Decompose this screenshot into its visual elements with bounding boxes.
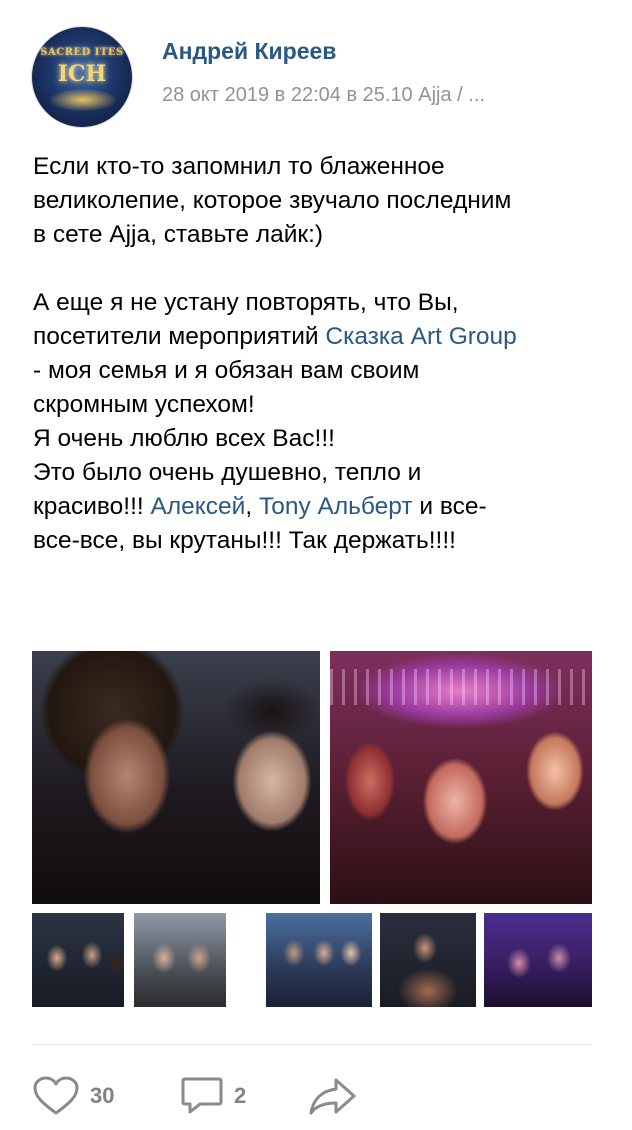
text-segment: и все- (412, 493, 487, 520)
text-line: красиво!!! Алексей, Tony Альберт и все- (33, 490, 603, 524)
share-button[interactable] (308, 1076, 358, 1116)
vk-post: SACRED ITES ICH Андрей Киреев 28 окт 201… (0, 0, 632, 1130)
share-arrow-icon (309, 1078, 356, 1115)
text-line: все-все, вы крутаны!!! Так держать!!!! (33, 527, 456, 554)
text-segment: красиво!!! (33, 493, 151, 520)
author-avatar[interactable]: SACRED ITES ICH (31, 26, 133, 128)
avatar-logo-top-text: SACRED ITES (40, 47, 124, 58)
post-text: Если кто-то запомнил то блаженное велико… (33, 150, 603, 558)
post-photo-thumb-1[interactable] (32, 913, 124, 1007)
link-tony-albert[interactable]: Tony Альберт (259, 493, 413, 520)
post-meta-timestamp[interactable]: 28 окт 2019 в 22:04 в 25.10 Ajja / ... (162, 84, 485, 107)
post-photo-1[interactable] (32, 651, 320, 904)
text-segment: посетители мероприятий (33, 323, 326, 350)
post-photo-thumb-2[interactable] (134, 913, 226, 1007)
text-line: Если кто-то запомнил то блаженное (33, 153, 445, 180)
heart-icon (33, 1076, 79, 1115)
post-photo-thumb-4[interactable] (380, 913, 476, 1007)
text-line: Я очень люблю всех Вас!!! (33, 425, 335, 452)
post-photo-thumb-3[interactable] (266, 913, 372, 1007)
avatar-logo-main-text: ICH (57, 61, 107, 87)
text-line: в сете Ajja, ставьте лайк:) (33, 221, 324, 248)
like-button[interactable]: 30 (32, 1076, 114, 1116)
text-line: скромным успехом! (33, 391, 255, 418)
comment-icon (181, 1077, 223, 1114)
comment-count: 2 (234, 1083, 247, 1108)
author-name-link[interactable]: Андрей Киреев (162, 38, 336, 65)
text-segment: , (245, 493, 259, 520)
text-line: великолепие, которое звучало последним (33, 187, 512, 214)
text-line: - моя семья и я обязан вам своим (33, 357, 420, 384)
post-photo-2[interactable] (330, 651, 592, 904)
like-count: 30 (90, 1083, 115, 1108)
actions-divider (32, 1044, 592, 1045)
text-line: Это было очень душевно, тепло и (33, 459, 422, 486)
comment-button[interactable]: 2 (180, 1076, 246, 1116)
avatar-logo-glow (50, 89, 116, 111)
text-line: посетители мероприятий Сказка Art Group (33, 320, 603, 354)
link-skazka-art-group[interactable]: Сказка Art Group (325, 323, 516, 350)
text-line: А еще я не устану повторять, что Вы, (33, 289, 459, 316)
post-photo-thumb-5[interactable] (484, 913, 592, 1007)
link-aleksey[interactable]: Алексей (151, 493, 246, 520)
